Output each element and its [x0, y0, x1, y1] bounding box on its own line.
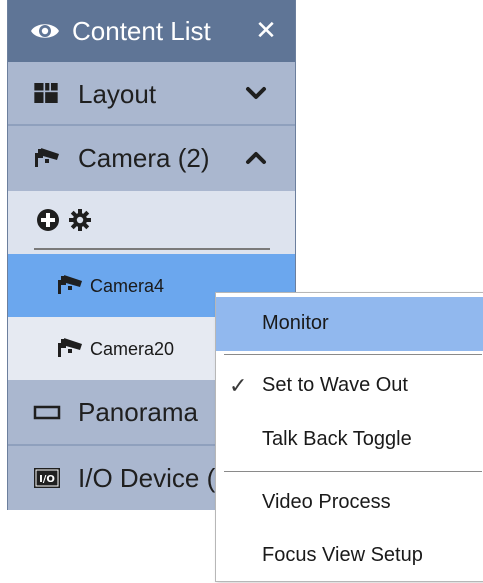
- toolbar-divider: [34, 248, 270, 250]
- menu-item-talk-back-toggle[interactable]: Talk Back Toggle: [216, 413, 483, 467]
- chevron-up-icon[interactable]: [244, 147, 268, 169]
- check-icon: ✓: [229, 373, 248, 398]
- gear-icon[interactable]: [68, 208, 92, 232]
- context-menu: Monitor ✓ Set to Wave Out Talk Back Togg…: [215, 292, 483, 582]
- menu-item-label: Talk Back Toggle: [262, 428, 412, 450]
- menu-item-set-to-wave-out[interactable]: ✓ Set to Wave Out: [216, 359, 483, 413]
- menu-item-label: Video Process: [262, 491, 391, 513]
- camera-icon: [35, 148, 59, 167]
- menu-item-focus-view-setup[interactable]: Focus View Setup: [216, 529, 483, 583]
- layout-grid-icon: [34, 83, 58, 103]
- menu-item-monitor[interactable]: Monitor: [216, 297, 483, 351]
- section-layout[interactable]: Layout: [8, 62, 295, 124]
- camera-icon: [58, 275, 82, 294]
- menu-item-video-process[interactable]: Video Process: [216, 476, 483, 530]
- add-circle-icon[interactable]: [36, 208, 60, 232]
- section-panorama-label: Panorama: [78, 397, 198, 427]
- panorama-icon: [33, 405, 61, 420]
- io-device-icon: I/O: [34, 468, 60, 488]
- section-camera-label: Camera (2): [78, 143, 210, 173]
- menu-item-label: Set to Wave Out: [262, 374, 408, 396]
- io-icon-text: I/O: [39, 474, 55, 485]
- section-layout-label: Layout: [78, 79, 157, 109]
- menu-separator: [224, 471, 482, 472]
- camera-item-label: Camera4: [90, 276, 165, 296]
- eye-icon: [31, 24, 59, 38]
- panel-title-bar: Content List ✕: [8, 0, 295, 62]
- close-icon[interactable]: ✕: [254, 16, 278, 44]
- section-camera[interactable]: Camera (2): [8, 126, 295, 191]
- menu-item-label: Monitor: [262, 312, 329, 334]
- chevron-down-icon[interactable]: [244, 82, 268, 104]
- section-io-device-label: I/O Device (: [78, 463, 216, 493]
- menu-separator: [224, 354, 482, 355]
- panel-title: Content List: [72, 16, 211, 46]
- camera-icon: [58, 338, 82, 357]
- camera-toolbar: [8, 191, 295, 254]
- camera-item-label: Camera20: [90, 339, 175, 359]
- menu-item-label: Focus View Setup: [262, 544, 423, 566]
